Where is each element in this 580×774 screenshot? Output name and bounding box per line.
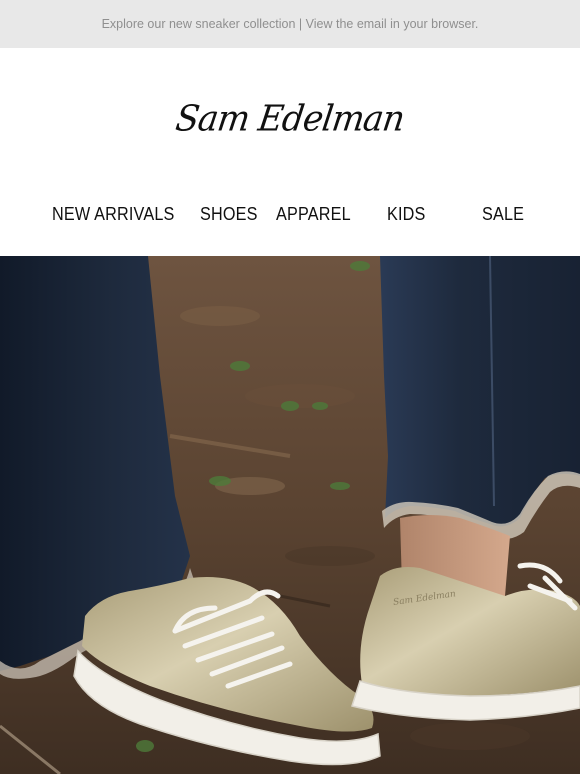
- hero-image[interactable]: Sam Edelman: [0, 256, 580, 774]
- nav-new-arrivals[interactable]: NEW ARRIVALS: [52, 204, 174, 225]
- nav-apparel[interactable]: APPAREL: [276, 204, 351, 225]
- nav-sale[interactable]: SALE: [482, 204, 524, 225]
- nav-shoes[interactable]: SHOES: [200, 204, 258, 225]
- main-nav: NEW ARRIVALS SHOES APPAREL KIDS SALE: [0, 184, 580, 256]
- hero-photo: Sam Edelman: [0, 256, 580, 774]
- brand-logo[interactable]: Sam Edelman: [173, 98, 407, 140]
- preheader-link[interactable]: Explore our new sneaker collection | Vie…: [102, 17, 479, 31]
- nav-kids[interactable]: KIDS: [387, 204, 426, 225]
- logo-area: Sam Edelman: [0, 48, 580, 184]
- preheader-bar: Explore our new sneaker collection | Vie…: [0, 0, 580, 48]
